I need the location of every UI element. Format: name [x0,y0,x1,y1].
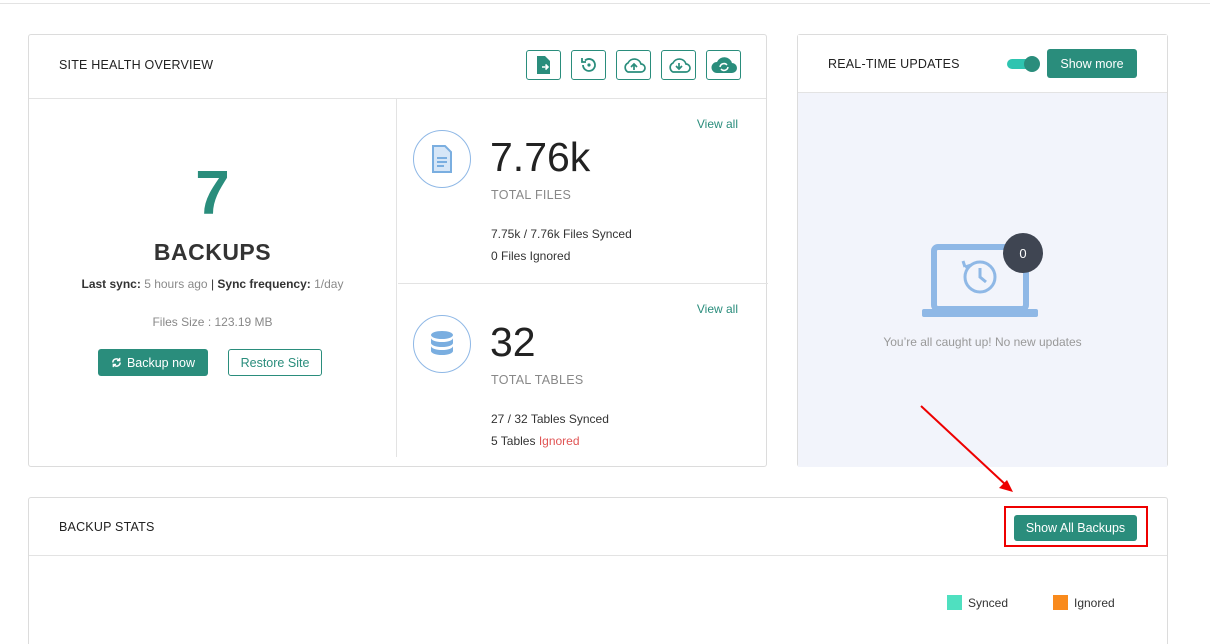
legend-label-ignored: Ignored [1074,595,1115,610]
restore-icon[interactable] [571,50,606,80]
sync-info: Last sync: 5 hours ago | Sync frequency:… [29,277,396,291]
files-size: Files Size : 123.19 MB [152,315,273,329]
legend-item-synced: Synced [947,595,1008,610]
realtime-toggle[interactable] [1007,55,1040,73]
empty-updates-message: You’re all caught up! No new updates [883,335,1082,349]
files-synced: 7.75k / 7.76k Files Synced [491,227,632,241]
annotation-highlight-box [1004,506,1148,547]
backups-label: BACKUPS [153,239,272,265]
tables-ignored-count: 5 Tables [491,434,536,448]
cloud-sync-icon[interactable] [706,50,741,80]
tables-view-all-link[interactable]: View all [697,302,738,316]
files-view-all-link[interactable]: View all [697,117,738,131]
last-sync-label: Last sync: [81,277,141,291]
realtime-title: REAL-TIME UPDATES [828,57,960,71]
backups-summary: 7 BACKUPS Last sync: 5 hours ago | Sync … [29,99,397,457]
sync-separator: | [210,277,215,291]
tables-stats: View all 32 TOTAL TABLES 27 / 32 Tables … [398,284,768,469]
file-export-icon[interactable] [526,50,561,80]
top-divider [0,3,1210,4]
legend-label-synced: Synced [968,595,1009,610]
backup-stats-title: BACKUP STATS [59,520,155,534]
updates-count-badge: 0 [1003,233,1043,273]
tables-ignored: 5 Tables Ignored [491,434,580,448]
tables-synced: 27 / 32 Tables Synced [491,412,609,426]
cloud-download-icon[interactable] [661,50,696,80]
backup-now-label: Backup now [126,355,196,370]
legend-item-ignored: Ignored [1053,595,1115,610]
site-health-title: SITE HEALTH OVERVIEW [59,58,214,72]
legend-swatch-ignored [1053,595,1068,610]
files-ignored: 0 Files Ignored [491,249,571,263]
site-health-header: SITE HEALTH OVERVIEW [29,35,766,99]
site-health-card: SITE HEALTH OVERVIEW 7 BACKUPS Last sync… [28,34,768,469]
total-tables-count: 32 [490,319,536,365]
realtime-header: REAL-TIME UPDATES Show more [798,35,1167,93]
files-stats: View all 7.76k TOTAL FILES 7.75k / 7.76k… [398,99,768,284]
database-icon [413,315,471,373]
total-files-count: 7.76k [490,134,591,180]
backup-now-button[interactable]: Backup now [98,349,208,376]
file-icon [413,130,471,188]
backup-stats-card: BACKUP STATS Show All Backups [28,497,1168,644]
toggle-knob [1024,56,1040,72]
sync-frequency-value: 1/day [314,277,344,291]
cloud-upload-icon[interactable] [616,50,651,80]
backup-stats-header: BACKUP STATS Show All Backups [29,498,1167,556]
total-tables-label: TOTAL TABLES [491,373,584,387]
tables-ignored-word: Ignored [538,434,580,448]
last-sync-value: 5 hours ago [144,277,208,291]
legend-swatch-synced [947,595,962,610]
sync-frequency-label: Sync frequency: [217,277,311,291]
show-more-button[interactable]: Show more [1047,49,1137,78]
total-files-label: TOTAL FILES [491,188,572,202]
annotation-arrow [920,405,1013,492]
restore-site-button[interactable]: Restore Site [228,349,322,376]
site-health-toolbar [526,50,741,80]
backups-count: 7 [195,159,230,228]
sync-icon [112,357,121,368]
